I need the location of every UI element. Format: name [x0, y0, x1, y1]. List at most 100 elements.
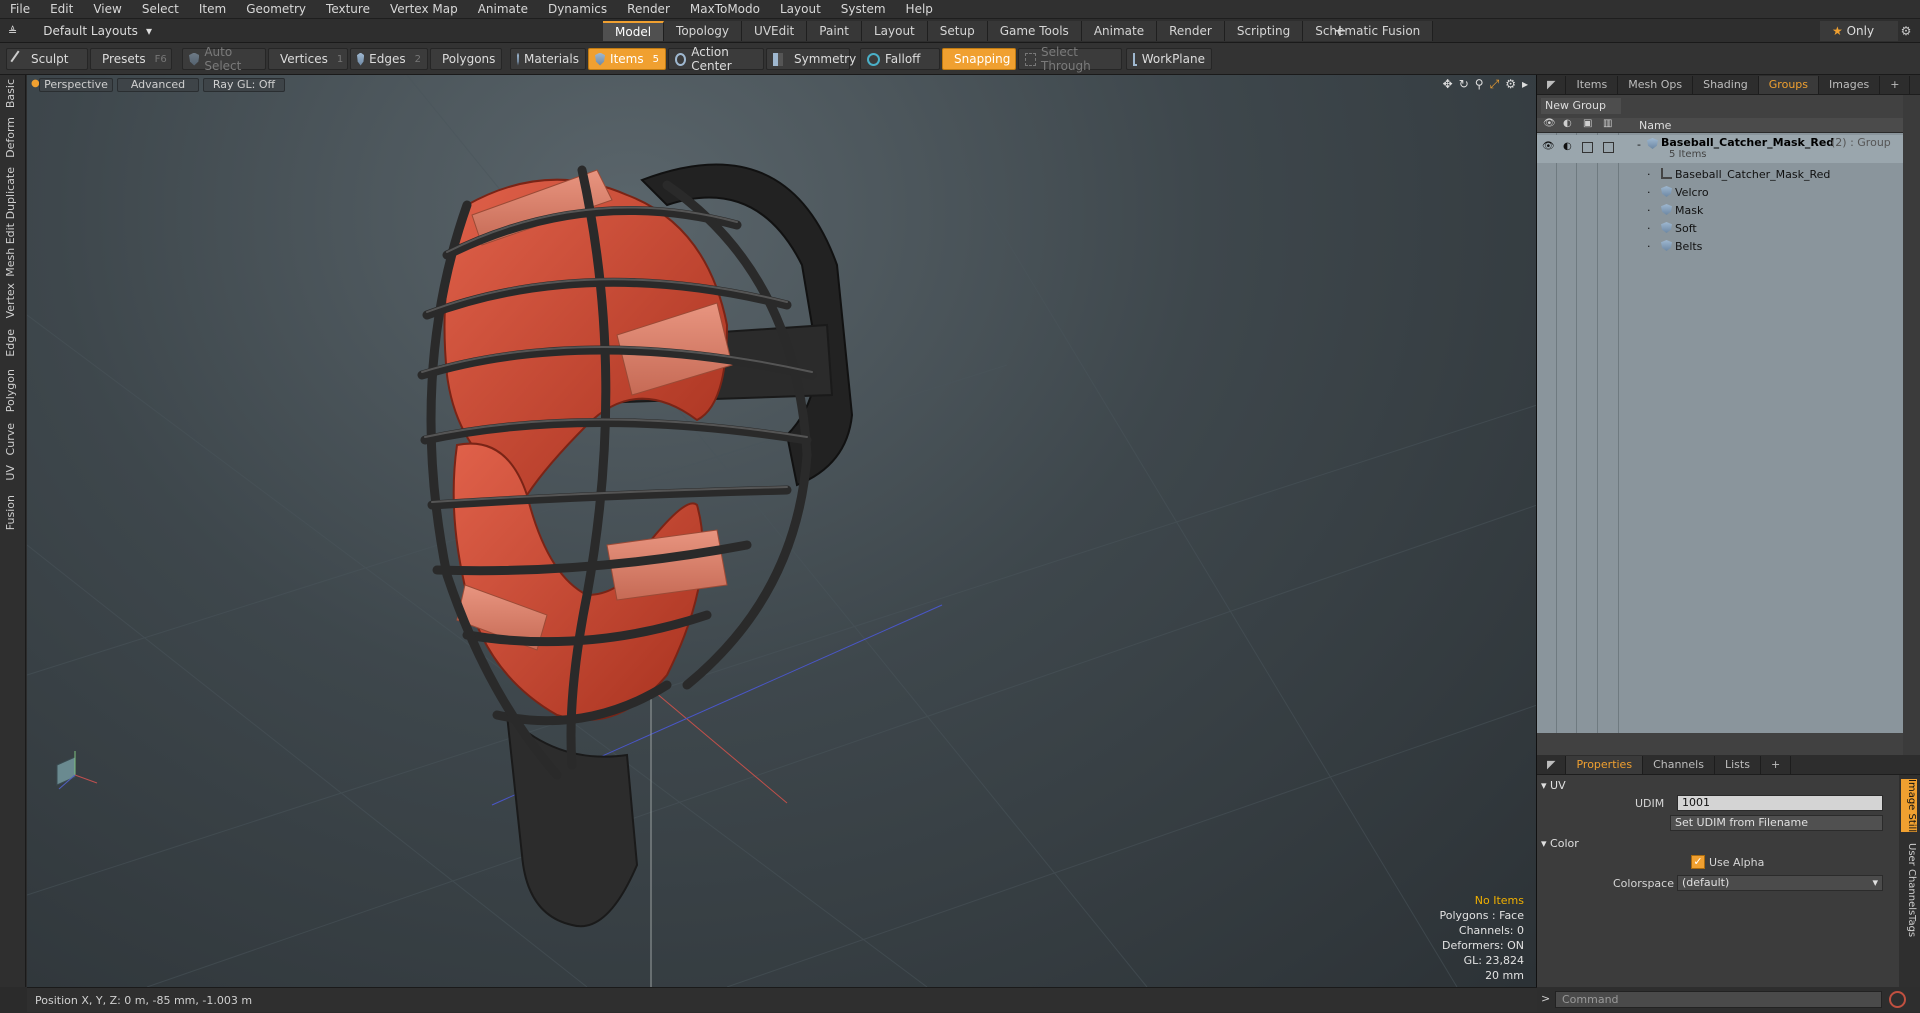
uv-section[interactable]: ▾ UV	[1541, 779, 1566, 795]
left-tab-fusion[interactable]: Fusion	[4, 495, 20, 530]
groups-scrollbar[interactable]	[1903, 95, 1920, 755]
symmetry-button[interactable]: Symmetry	[766, 48, 856, 70]
rotate-view-icon[interactable]: ↻	[1459, 77, 1469, 92]
left-tab-basic[interactable]: Basic	[4, 79, 20, 108]
layout-tab-schematic-fusion[interactable]: Schematic Fusion	[1303, 21, 1434, 41]
workplane-button[interactable]: WorkPlane	[1126, 48, 1212, 70]
colorspace-dropdown[interactable]: (default) ▾	[1677, 875, 1883, 891]
expand-arrow-icon[interactable]: ▸	[1522, 77, 1528, 92]
presets-button[interactable]: Presets F6	[90, 48, 172, 70]
group-child-row[interactable]: · Velcro	[1537, 183, 1903, 201]
group-child-row[interactable]: · Soft	[1537, 219, 1903, 237]
menu-item-vertex-map[interactable]: Vertex Map	[380, 0, 468, 19]
left-tab-polygon[interactable]: Polygon	[4, 369, 20, 412]
layout-tab-uvedit[interactable]: UVEdit	[742, 21, 808, 41]
polygons-button[interactable]: Polygons	[430, 48, 502, 70]
materials-button[interactable]: Materials	[510, 48, 586, 70]
panel-tab-channels[interactable]: Channels	[1643, 756, 1715, 774]
shading-dropdown[interactable]: Advanced	[117, 78, 199, 92]
add-layout-tab-button[interactable]: +	[1330, 21, 1350, 41]
gear-icon[interactable]: ⚙	[1896, 21, 1916, 41]
group-child-row[interactable]: · Mask	[1537, 201, 1903, 219]
auto-select-button[interactable]: Auto Select	[182, 45, 266, 73]
menu-item-view[interactable]: View	[83, 0, 131, 19]
3d-viewport[interactable]: ● Perspective Advanced Ray GL: Off ✥ ↻ ⚲…	[27, 75, 1537, 987]
command-input[interactable]: Command	[1555, 991, 1882, 1008]
layout-tab-animate[interactable]: Animate	[1081, 21, 1158, 41]
side-tab-tags[interactable]: Tags	[1901, 915, 1917, 937]
menu-item-help[interactable]: Help	[896, 0, 943, 19]
command-history-icon[interactable]	[1889, 991, 1906, 1008]
select-through-button[interactable]: Select Through	[1018, 45, 1122, 73]
layout-tab-model[interactable]: Model	[603, 21, 665, 41]
layout-tab-render[interactable]: Render	[1157, 21, 1225, 41]
sculpt-button[interactable]: Sculpt	[6, 48, 88, 70]
menu-item-edit[interactable]: Edit	[40, 0, 83, 19]
left-tab-edge[interactable]: Edge	[4, 329, 20, 357]
items-button[interactable]: Items 5	[588, 48, 666, 70]
panel-tab-mesh-ops[interactable]: Mesh Ops	[1618, 76, 1694, 94]
layout-tab-topology[interactable]: Topology	[664, 21, 743, 41]
left-tab-vertex[interactable]: Vertex	[4, 283, 20, 318]
viewport-settings-icon[interactable]: ⚙	[1505, 77, 1516, 92]
edges-button[interactable]: Edges 2	[350, 48, 428, 70]
left-tab-mesh-edit[interactable]: Mesh Edit	[4, 223, 20, 277]
menu-item-dynamics[interactable]: Dynamics	[538, 0, 617, 19]
left-tab-uv[interactable]: UV	[4, 465, 20, 481]
panel-tab-images[interactable]: Images	[1819, 76, 1881, 94]
layout-dropdown[interactable]: ≜ Default Layouts ▾	[8, 22, 152, 40]
menu-item-select[interactable]: Select	[132, 0, 189, 19]
use-alpha-checkbox[interactable]: ✓	[1691, 855, 1705, 869]
group-child-row[interactable]: · Belts	[1537, 237, 1903, 255]
side-tab-image-still[interactable]: Image Still	[1901, 779, 1917, 833]
snapping-button[interactable]: Snapping	[942, 48, 1016, 70]
layout-tab-scripting[interactable]: Scripting	[1224, 21, 1304, 41]
menu-item-maxtomodo[interactable]: MaxToModo	[680, 0, 770, 19]
udim-input[interactable]: 1001	[1677, 795, 1883, 811]
layout-tab-setup[interactable]: Setup	[927, 21, 988, 41]
left-tab-curve[interactable]: Curve	[4, 423, 20, 455]
panel-tab-items[interactable]: Items	[1566, 76, 1619, 94]
left-tab-deform[interactable]: Deform	[4, 117, 20, 158]
menu-item-file[interactable]: File	[0, 0, 40, 19]
fit-view-icon[interactable]: ⤢	[1490, 77, 1500, 92]
menu-item-layout[interactable]: Layout	[770, 0, 831, 19]
panel-tab-groups[interactable]: Groups	[1758, 76, 1820, 94]
panel-menu-icon[interactable]: ◤	[1537, 756, 1567, 774]
select-checkbox[interactable]	[1603, 142, 1614, 153]
vertices-button[interactable]: Vertices 1	[268, 48, 348, 70]
left-tab-duplicate[interactable]: Duplicate	[4, 167, 20, 219]
menu-item-item[interactable]: Item	[189, 0, 236, 19]
collapse-arrow-icon[interactable]: -	[1637, 138, 1641, 151]
group-row-root[interactable]: 👁 ◐ - Baseball_Catcher_Mask_Red (2) : Gr…	[1537, 135, 1903, 163]
render-toggle[interactable]: ◐	[1563, 141, 1572, 152]
layout-tab-game-tools[interactable]: Game Tools	[987, 21, 1082, 41]
panel-tab-lists[interactable]: Lists	[1715, 756, 1761, 774]
add-panel-tab-icon[interactable]: +	[1880, 76, 1911, 94]
side-tab-user-channels[interactable]: User Channels	[1901, 843, 1917, 915]
move-view-icon[interactable]: ✥	[1443, 77, 1453, 92]
raygl-dropdown[interactable]: Ray GL: Off	[203, 78, 285, 92]
layout-tab-layout[interactable]: Layout	[861, 21, 928, 41]
panel-tab-shading[interactable]: Shading	[1693, 76, 1759, 94]
set-udim-button[interactable]: Set UDIM from Filename	[1670, 815, 1883, 831]
group-child-row[interactable]: · Baseball_Catcher_Mask_Red	[1537, 165, 1903, 183]
collapse-icon[interactable]: ≜	[8, 25, 17, 38]
panel-menu-icon[interactable]: ◤	[1537, 76, 1567, 94]
lock-checkbox[interactable]	[1582, 142, 1593, 153]
panel-tab-properties[interactable]: Properties	[1566, 756, 1644, 774]
menu-item-geometry[interactable]: Geometry	[236, 0, 316, 19]
only-button[interactable]: ★ Only	[1820, 21, 1898, 41]
color-section[interactable]: ▾ Color	[1541, 837, 1579, 853]
layout-tab-paint[interactable]: Paint	[807, 21, 862, 41]
menu-item-render[interactable]: Render	[617, 0, 680, 19]
falloff-button[interactable]: Falloff	[860, 48, 940, 70]
add-panel-tab-icon[interactable]: +	[1761, 756, 1792, 774]
menu-item-system[interactable]: System	[831, 0, 896, 19]
zoom-view-icon[interactable]: ⚲	[1475, 77, 1484, 92]
action-center-button[interactable]: Action Center	[668, 45, 764, 73]
eye-icon[interactable]: 👁	[1542, 141, 1555, 152]
menu-item-texture[interactable]: Texture	[316, 0, 380, 19]
view-type-dropdown[interactable]: Perspective	[39, 78, 113, 92]
new-group-button[interactable]: New Group	[1541, 98, 1621, 114]
